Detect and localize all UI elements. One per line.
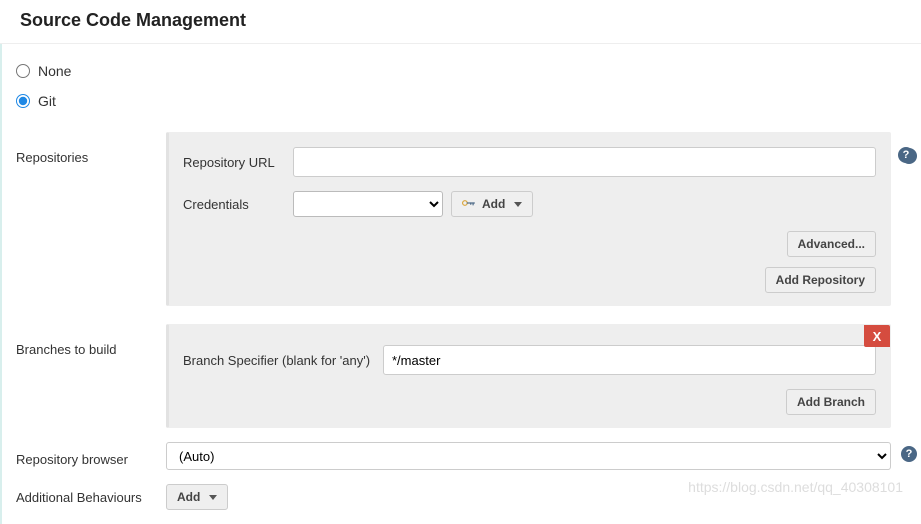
credentials-select[interactable] [293,191,443,217]
advanced-button[interactable]: Advanced... [787,231,876,257]
radio-label: Git [38,93,56,109]
repo-browser-select[interactable]: (Auto) [166,442,891,470]
add-behaviour-button[interactable]: Add [166,484,228,510]
help-icon[interactable]: ? [901,446,917,462]
repositories-label: Repositories [16,132,166,316]
branch-specifier-label: Branch Specifier (blank for 'any') [183,353,383,368]
repository-url-label: Repository URL [183,155,293,170]
repository-panel: ? Repository URL Credentials [166,132,891,306]
branches-row: Branches to build ? X Branch Specifier (… [2,316,921,438]
credentials-label: Credentials [183,197,293,212]
branch-panel: X Branch Specifier (blank for 'any') Add… [166,324,891,428]
add-credentials-button[interactable]: Add [451,191,533,217]
section-header: Source Code Management [0,0,921,44]
radio-git[interactable] [16,94,30,108]
key-icon [462,197,476,211]
repository-url-input[interactable] [293,147,876,177]
scm-radio-group: None Git [2,44,921,124]
repositories-row: Repositories ? ? Repository URL Credenti… [2,124,921,316]
radio-none[interactable] [16,64,30,78]
scm-block: None Git Repositories ? ? Repository URL… [0,44,921,524]
branches-label: Branches to build [16,324,166,438]
radio-label: None [38,63,71,79]
chevron-down-icon [514,202,522,207]
delete-branch-button[interactable]: X [864,325,890,347]
add-branch-button[interactable]: Add Branch [786,389,876,415]
behaviours-label: Additional Behaviours [16,484,166,510]
branch-specifier-input[interactable] [383,345,876,375]
scm-option-none[interactable]: None [16,56,921,86]
page-title: Source Code Management [20,10,901,31]
chevron-down-icon [209,495,217,500]
add-credentials-label: Add [482,197,505,211]
repo-browser-label: Repository browser [16,446,166,467]
scm-option-git[interactable]: Git [16,86,921,116]
add-repository-button[interactable]: Add Repository [765,267,876,293]
repo-browser-row: Repository browser (Auto) ? [2,438,921,474]
help-icon[interactable]: ? [898,147,914,163]
behaviours-row: Additional Behaviours Add [2,474,921,524]
